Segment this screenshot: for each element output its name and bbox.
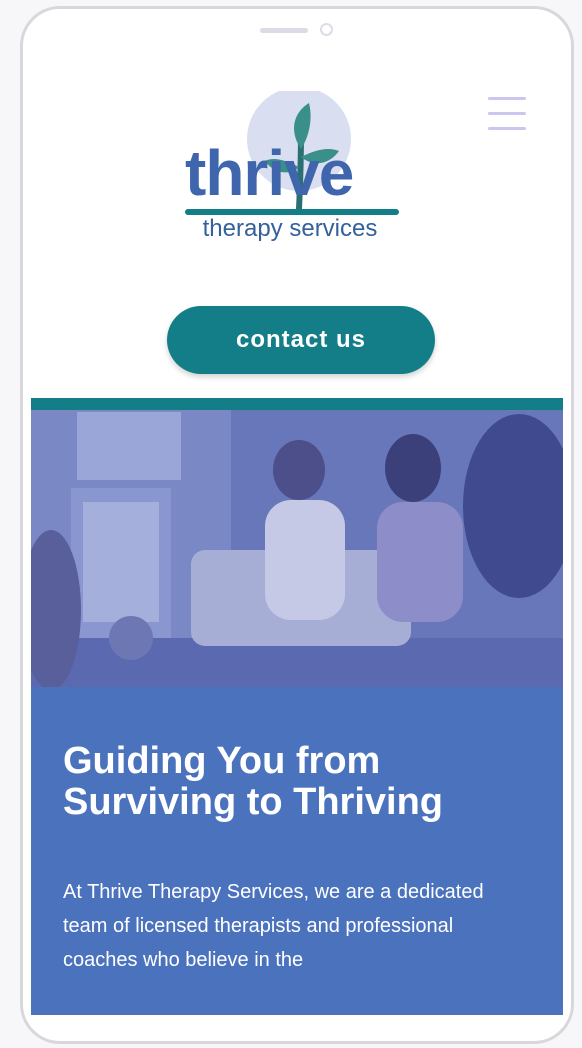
mobile-screen: thrive therapy services contact us Guidi… bbox=[31, 53, 563, 1015]
group-therapy-photo bbox=[31, 410, 563, 687]
logo-tagline: therapy services bbox=[202, 215, 378, 242]
phone-camera bbox=[320, 23, 333, 36]
contact-us-button[interactable]: contact us bbox=[167, 306, 435, 374]
logo-wordmark: thrive bbox=[185, 137, 354, 209]
hero-headline: Guiding You from Surviving to Thriving bbox=[63, 740, 444, 823]
hero-body-text: At Thrive Therapy Services, we are a ded… bbox=[63, 881, 484, 971]
hero-image bbox=[31, 410, 563, 687]
hero-text-section: Guiding You from Surviving to Thriving A… bbox=[31, 687, 563, 1015]
thrive-logo[interactable]: thrive therapy services bbox=[179, 91, 419, 261]
hamburger-menu-icon[interactable] bbox=[486, 95, 528, 133]
phone-speaker bbox=[260, 28, 308, 33]
phone-frame: thrive therapy services contact us Guidi… bbox=[20, 6, 574, 1044]
teal-divider bbox=[31, 398, 563, 410]
